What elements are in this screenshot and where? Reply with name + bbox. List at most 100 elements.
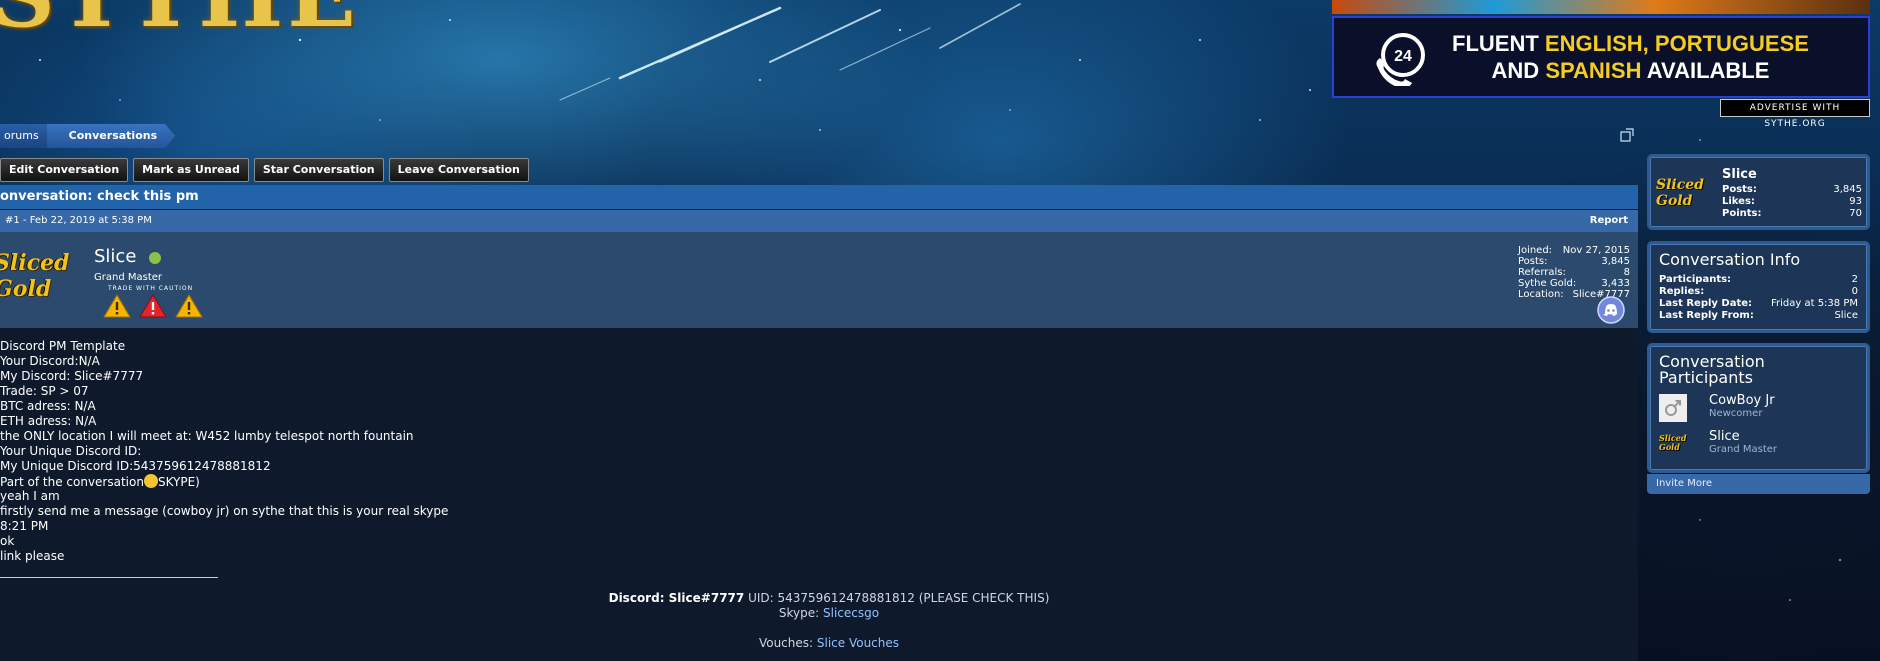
message-line: yeah I am xyxy=(0,489,60,503)
message-line: Discord PM Template xyxy=(0,339,126,353)
signature: Discord: Slice#7777 UID: 543759612478881… xyxy=(0,591,1638,651)
advertise-link[interactable]: ADVERTISE WITH SYTHE.ORG xyxy=(1720,99,1870,129)
participant-avatar[interactable]: Sliced Gold xyxy=(1659,430,1687,458)
ad-line1-a: FLUENT xyxy=(1452,31,1545,56)
message-line-emoji: Part of the conversation SKYPE) xyxy=(0,474,1638,489)
skype-link[interactable]: Slicecsgo xyxy=(823,606,879,620)
participants-title-line2: Participants xyxy=(1659,368,1753,387)
participants-title: Conversation Participants xyxy=(1650,346,1867,386)
sidebar-stat-likes: Likes: 93 xyxy=(1722,196,1862,208)
message-line: My Unique Discord ID:543759612478881812 xyxy=(0,459,271,473)
info-value: 0 xyxy=(1851,286,1858,297)
participant-item[interactable]: CowBoy Jr Newcomer xyxy=(1650,394,1867,422)
message-line-text: Part of the conversation xyxy=(0,475,144,489)
message-line: link please xyxy=(0,549,65,563)
message-line: ETH adress: N/A xyxy=(0,414,97,428)
stat-label: Posts: xyxy=(1518,256,1548,267)
ad-line2-b: SPANISH xyxy=(1545,58,1642,83)
breadcrumb-conversations[interactable]: Conversations xyxy=(47,124,175,148)
author-username[interactable]: Slice xyxy=(94,246,136,267)
sig-skype-label: Skype: xyxy=(778,606,824,620)
participant-name[interactable]: Slice xyxy=(1709,430,1777,444)
stat-label: Posts: xyxy=(1722,184,1757,195)
message-body: Discord PM Template Your Discord:N/A My … xyxy=(0,328,1638,658)
sig-vouches-label: Vouches: xyxy=(758,636,817,650)
ad-strip-banner[interactable] xyxy=(1332,0,1870,14)
sidebar-stat-posts: Posts: 3,845 xyxy=(1722,184,1862,196)
info-last-reply-from: Last Reply From: Slice xyxy=(1659,310,1858,322)
info-label: Last Reply From: xyxy=(1659,310,1754,321)
stat-sythe-gold: Sythe Gold: 3,433 xyxy=(1518,278,1630,289)
participant-rank: Newcomer xyxy=(1709,408,1763,419)
info-replies: Replies: 0 xyxy=(1659,286,1858,298)
message-line: Trade: SP > 07 xyxy=(0,384,89,398)
ad-line2-c: AVAILABLE xyxy=(1641,58,1770,83)
stat-label: Likes: xyxy=(1722,196,1755,207)
discord-icon[interactable] xyxy=(1597,296,1625,324)
sidebar-user-name[interactable]: Slice xyxy=(1722,167,1757,182)
message-line: ok xyxy=(0,534,15,548)
vouches-link[interactable]: Slice Vouches xyxy=(817,636,899,650)
phone-24-icon: 24 xyxy=(1376,33,1425,86)
site-logo[interactable]: SYTHE xyxy=(0,0,360,48)
conversation-title: onversation: check this pm xyxy=(0,185,1638,209)
stat-value: 3,845 xyxy=(1601,256,1630,267)
info-value[interactable]: Slice xyxy=(1834,310,1858,322)
participant-name[interactable]: CowBoy Jr xyxy=(1709,394,1775,408)
report-link[interactable]: Report xyxy=(1590,210,1628,232)
default-avatar-icon[interactable] xyxy=(1659,394,1687,422)
info-participants: Participants: 2 xyxy=(1659,274,1858,286)
message-line: My Discord: Slice#7777 xyxy=(0,369,144,383)
info-value: 2 xyxy=(1851,274,1858,285)
author-avatar[interactable]: Sliced Gold xyxy=(0,250,84,308)
participant-item[interactable]: Sliced Gold Slice Grand Master xyxy=(1650,430,1867,458)
stat-value: 93 xyxy=(1849,196,1862,207)
stat-label: Referrals: xyxy=(1518,267,1566,278)
message-line: BTC adress: N/A xyxy=(0,399,96,413)
sidebar-user-stats: Posts: 3,845 Likes: 93 Points: 70 xyxy=(1722,184,1862,220)
stat-posts: Posts: 3,845 xyxy=(1518,256,1630,267)
leave-conversation-button[interactable]: Leave Conversation xyxy=(388,158,529,182)
author-rank: Grand Master xyxy=(94,272,163,283)
stat-value: 3,433 xyxy=(1601,278,1630,289)
sig-discord: Discord: Slice#7777 xyxy=(608,591,745,605)
signature-divider xyxy=(0,577,218,578)
ad-text: FLUENT ENGLISH, PORTUGUESE AND SPANISH A… xyxy=(1452,30,1809,84)
message-line: the ONLY location I will meet at: W452 l… xyxy=(0,429,414,443)
message-line: Your Discord:N/A xyxy=(0,354,100,368)
conversation-actions: Edit Conversation Mark as Unread Star Co… xyxy=(0,158,529,182)
ad-line1-b: ENGLISH, PORTUGUESE xyxy=(1544,31,1809,56)
sidebar-user-avatar[interactable]: Sliced Gold xyxy=(1656,177,1714,213)
message-line: Your Unique Discord ID: xyxy=(0,444,142,458)
warning-yellow-icon xyxy=(103,294,131,318)
info-last-reply-date: Last Reply Date: Friday at 5:38 PM xyxy=(1659,298,1858,310)
breadcrumb: orums Conversations xyxy=(0,124,175,148)
stat-label: Joined: xyxy=(1518,245,1553,256)
mark-unread-button[interactable]: Mark as Unread xyxy=(133,158,249,182)
conversation-info-rows: Participants: 2 Replies: 0 Last Reply Date… xyxy=(1650,268,1867,322)
ad-banner[interactable]: 24 FLUENT ENGLISH, PORTUGUESE AND SPANIS… xyxy=(1332,16,1870,98)
sidebar-user-panel: Sliced Gold Slice Posts: 3,845 Likes: 93 P… xyxy=(1647,154,1870,230)
star-conversation-button[interactable]: Star Conversation xyxy=(253,158,384,182)
invite-more-link[interactable]: Invite More xyxy=(1647,474,1870,494)
info-label: Participants: xyxy=(1659,274,1732,285)
sidebar-stat-points: Points: 70 xyxy=(1722,208,1862,220)
popout-icon[interactable] xyxy=(1620,128,1634,142)
stat-joined: Joined: Nov 27, 2015 xyxy=(1518,245,1630,256)
trade-caution-label: TRADE WITH CAUTION xyxy=(108,285,194,292)
post-permalink[interactable]: #1 - Feb 22, 2019 at 5:38 PM xyxy=(5,210,152,232)
stat-label: Points: xyxy=(1722,208,1762,219)
edit-conversation-button[interactable]: Edit Conversation xyxy=(0,158,129,182)
conversation-info-title: Conversation Info xyxy=(1659,250,1801,269)
stat-value: 70 xyxy=(1849,208,1862,219)
warning-red-icon xyxy=(139,294,167,318)
stat-value: Nov 27, 2015 xyxy=(1562,245,1630,256)
stat-label: Location: xyxy=(1518,289,1564,300)
participant-rank: Grand Master xyxy=(1709,444,1778,455)
stat-value: 3,845 xyxy=(1833,184,1862,195)
conversation-info-panel: Conversation Info Participants: 2 Replies… xyxy=(1647,241,1870,333)
sig-uid: UID: 543759612478881812 (PLEASE CHECK TH… xyxy=(744,591,1050,605)
phone-24-badge: 24 xyxy=(1394,48,1412,65)
info-label: Replies: xyxy=(1659,286,1705,297)
stat-label: Sythe Gold: xyxy=(1518,278,1577,289)
